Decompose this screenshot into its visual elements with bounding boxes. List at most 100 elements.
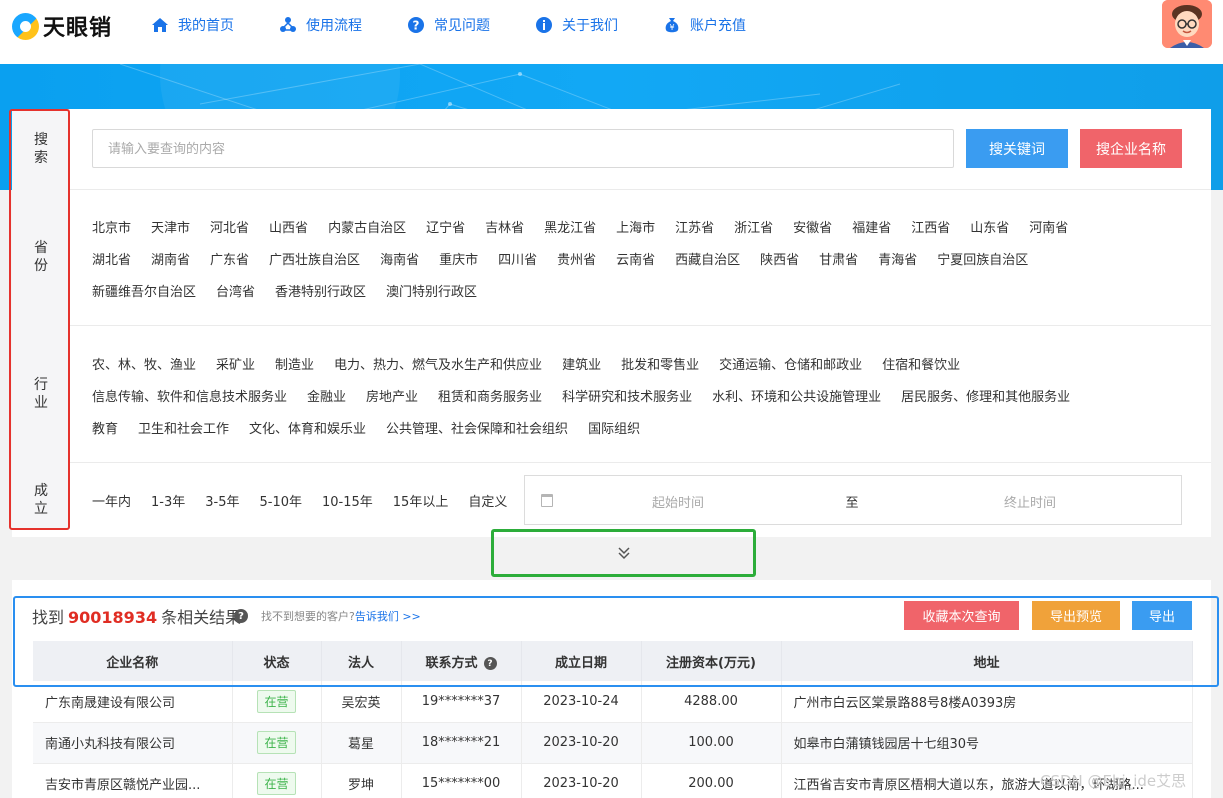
company-name-cell[interactable]: 南通小丸科技有限公司 xyxy=(33,722,233,764)
status-cell: 在营 xyxy=(232,681,322,723)
industry-option[interactable]: 建筑业 xyxy=(562,354,601,373)
province-option[interactable]: 香港特别行政区 xyxy=(275,281,366,300)
capital-cell: 100.00 xyxy=(641,722,782,764)
province-option[interactable]: 新疆维吾尔自治区 xyxy=(92,281,196,300)
nav-item-home[interactable]: 我的首页 xyxy=(150,15,234,35)
founded-option[interactable]: 自定义 xyxy=(468,491,507,510)
search-input[interactable] xyxy=(92,129,954,168)
industry-option[interactable]: 批发和零售业 xyxy=(621,354,699,373)
province-option[interactable]: 台湾省 xyxy=(216,281,255,300)
legal-person-cell: 吴宏英 xyxy=(321,681,402,723)
table-row[interactable]: 广东南晟建设有限公司 在营 吴宏英 19*******37 2023-10-24… xyxy=(33,681,1193,723)
nav-item-flow[interactable]: 使用流程 xyxy=(278,15,362,35)
province-option[interactable]: 江西省 xyxy=(911,217,950,236)
address-cell: 广州市白云区棠景路88号8楼A0393房 xyxy=(781,681,1193,723)
nav-item-faq[interactable]: ? 常见问题 xyxy=(406,15,490,35)
industry-option[interactable]: 教育 xyxy=(92,418,118,437)
province-option[interactable]: 海南省 xyxy=(380,249,419,268)
user-avatar[interactable] xyxy=(1162,0,1212,48)
province-option[interactable]: 湖北省 xyxy=(92,249,131,268)
industry-option[interactable]: 电力、热力、燃气及水生产和供应业 xyxy=(334,354,542,373)
province-option[interactable]: 北京市 xyxy=(92,217,131,236)
company-name-cell[interactable]: 广东南晟建设有限公司 xyxy=(33,681,233,723)
expand-filters-toggle[interactable] xyxy=(491,529,756,577)
home-icon xyxy=(150,15,170,35)
province-option[interactable]: 浙江省 xyxy=(734,217,773,236)
province-option[interactable]: 黑龙江省 xyxy=(544,217,596,236)
table-row[interactable]: 南通小丸科技有限公司 在营 葛星 18*******21 2023-10-20 … xyxy=(33,722,1193,764)
search-keyword-button[interactable]: 搜关键词 xyxy=(966,129,1068,168)
province-option[interactable]: 辽宁省 xyxy=(426,217,465,236)
industry-option[interactable]: 制造业 xyxy=(275,354,314,373)
nav-item-label: 常见问题 xyxy=(434,18,490,34)
industry-option[interactable]: 科学研究和技术服务业 xyxy=(562,386,692,405)
founded-option[interactable]: 10-15年 xyxy=(322,491,373,510)
end-date-input[interactable]: 终止时间 xyxy=(965,492,1095,511)
capital-cell: 200.00 xyxy=(641,763,782,798)
industry-row: 教育 卫生和社会工作 文化、体育和娱乐业 公共管理、社会保障和社会组织 国际组织 xyxy=(92,418,660,437)
industry-option[interactable]: 居民服务、修理和其他服务业 xyxy=(901,386,1070,405)
founded-option[interactable]: 15年以上 xyxy=(393,491,449,510)
province-option[interactable]: 内蒙古自治区 xyxy=(328,217,406,236)
start-date-input[interactable]: 起始时间 xyxy=(613,492,743,511)
province-option[interactable]: 广东省 xyxy=(210,249,249,268)
industry-option[interactable]: 公共管理、社会保障和社会组织 xyxy=(386,418,568,437)
nav-item-label: 关于我们 xyxy=(562,18,618,34)
province-option[interactable]: 江苏省 xyxy=(675,217,714,236)
province-option[interactable]: 宁夏回族自治区 xyxy=(937,249,1028,268)
industry-option[interactable]: 信息传输、软件和信息技术服务业 xyxy=(92,386,287,405)
founded-option[interactable]: 1-3年 xyxy=(151,491,185,510)
industry-option[interactable]: 房地产业 xyxy=(366,386,418,405)
status-cell: 在营 xyxy=(232,722,322,764)
industry-option[interactable]: 住宿和餐饮业 xyxy=(882,354,960,373)
industry-option[interactable]: 国际组织 xyxy=(588,418,640,437)
logo[interactable]: 天眼销 xyxy=(12,10,112,42)
province-option[interactable]: 山东省 xyxy=(970,217,1009,236)
date-range-picker[interactable]: 起始时间 至 终止时间 xyxy=(524,475,1182,525)
province-row: 湖北省 湖南省 广东省 广西壮族自治区 海南省 重庆市 四川省 贵州省 云南省 … xyxy=(92,249,1048,268)
divider xyxy=(70,325,1211,326)
province-option[interactable]: 四川省 xyxy=(498,249,537,268)
contact-cell: 19*******37 xyxy=(401,681,522,723)
province-option[interactable]: 河北省 xyxy=(210,217,249,236)
province-option[interactable]: 山西省 xyxy=(269,217,308,236)
founded-option[interactable]: 5-10年 xyxy=(259,491,302,510)
province-option[interactable]: 云南省 xyxy=(616,249,655,268)
province-option[interactable]: 吉林省 xyxy=(485,217,524,236)
province-option[interactable]: 西藏自治区 xyxy=(675,249,740,268)
province-option[interactable]: 澳门特别行政区 xyxy=(386,281,477,300)
province-option[interactable]: 福建省 xyxy=(852,217,891,236)
province-option[interactable]: 天津市 xyxy=(151,217,190,236)
status-badge: 在营 xyxy=(257,731,296,754)
industry-option[interactable]: 水利、环境和公共设施管理业 xyxy=(712,386,881,405)
province-option[interactable]: 陕西省 xyxy=(760,249,799,268)
industry-option[interactable]: 农、林、牧、渔业 xyxy=(92,354,196,373)
industry-option[interactable]: 金融业 xyxy=(307,386,346,405)
province-option[interactable]: 重庆市 xyxy=(439,249,478,268)
svg-text:¥: ¥ xyxy=(669,23,674,32)
table-row[interactable]: 吉安市青原区赣悦产业园... 在营 罗坤 15*******00 2023-10… xyxy=(33,763,1193,798)
search-company-button[interactable]: 搜企业名称 xyxy=(1080,129,1182,168)
province-option[interactable]: 贵州省 xyxy=(557,249,596,268)
filter-panel: 搜索 省份 行业 成立 xyxy=(12,109,1211,537)
industry-option[interactable]: 卫生和社会工作 xyxy=(138,418,229,437)
founded-option[interactable]: 3-5年 xyxy=(205,491,239,510)
company-name-cell[interactable]: 吉安市青原区赣悦产业园... xyxy=(33,763,233,798)
nav-item-about[interactable]: 关于我们 xyxy=(534,15,618,35)
calendar-icon xyxy=(541,494,553,507)
province-option[interactable]: 广西壮族自治区 xyxy=(269,249,360,268)
industry-option[interactable]: 文化、体育和娱乐业 xyxy=(249,418,366,437)
nav-item-recharge[interactable]: ¥ 账户充值 xyxy=(662,15,746,35)
nav-item-label: 账户充值 xyxy=(690,18,746,34)
province-option[interactable]: 安徽省 xyxy=(793,217,832,236)
industry-option[interactable]: 租赁和商务服务业 xyxy=(438,386,542,405)
industry-option[interactable]: 采矿业 xyxy=(216,354,255,373)
province-option[interactable]: 上海市 xyxy=(616,217,655,236)
top-navbar: 天眼销 我的首页 使用流程 ? 常见问题 关于我们 ¥ 账户充值 xyxy=(0,0,1223,64)
province-option[interactable]: 甘肃省 xyxy=(819,249,858,268)
founded-option[interactable]: 一年内 xyxy=(92,491,131,510)
province-option[interactable]: 青海省 xyxy=(878,249,917,268)
province-option[interactable]: 湖南省 xyxy=(151,249,190,268)
industry-option[interactable]: 交通运输、仓储和邮政业 xyxy=(719,354,862,373)
province-option[interactable]: 河南省 xyxy=(1029,217,1068,236)
